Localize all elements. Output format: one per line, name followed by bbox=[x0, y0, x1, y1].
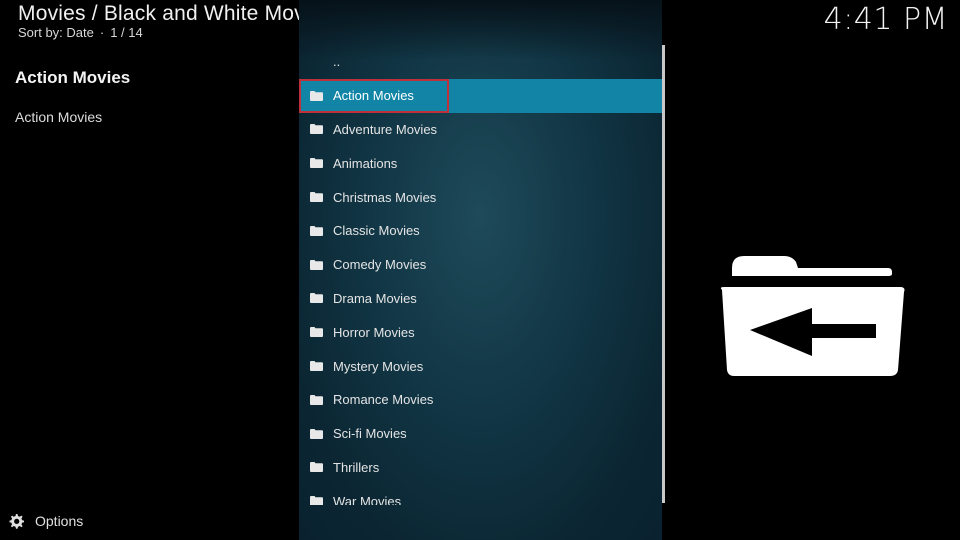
list-item[interactable]: Action Movies bbox=[299, 78, 662, 113]
list-item[interactable]: Romance Movies bbox=[299, 383, 662, 417]
list-item[interactable]: Comedy Movies bbox=[299, 248, 662, 282]
list-item[interactable]: Drama Movies bbox=[299, 282, 662, 316]
list-item-label: Sci-fi Movies bbox=[333, 426, 407, 442]
list-item[interactable]: Horror Movies bbox=[299, 315, 662, 349]
list-item[interactable]: Sci-fi Movies bbox=[299, 417, 662, 451]
list-item-label: Comedy Movies bbox=[333, 257, 427, 273]
list-item[interactable]: Christmas Movies bbox=[299, 180, 662, 214]
list-item-label: Drama Movies bbox=[333, 290, 417, 306]
list-item-label: Horror Movies bbox=[333, 324, 415, 340]
clock: 4:41 PM bbox=[823, 2, 948, 37]
list-item[interactable]: Animations bbox=[299, 146, 662, 180]
page-title: Movies / Black and White Movies bbox=[18, 2, 333, 25]
folder-list: .. Action Movies Adventure Movies Animatio… bbox=[299, 45, 662, 505]
list-item-label: Christmas Movies bbox=[333, 189, 437, 205]
folder-icon bbox=[310, 192, 323, 203]
folder-icon bbox=[310, 462, 323, 473]
scrollbar[interactable] bbox=[662, 45, 665, 503]
folder-back-icon bbox=[718, 254, 906, 383]
list-item-label: War Movies bbox=[333, 493, 402, 505]
info-title: Action Movies bbox=[15, 68, 131, 87]
folder-icon bbox=[310, 90, 323, 101]
list-panel: .. Action Movies Adventure Movies Animatio… bbox=[299, 0, 662, 540]
sort-label[interactable]: Sort by: Date bbox=[18, 25, 94, 40]
info-text: Action Movies bbox=[15, 109, 103, 125]
folder-icon bbox=[310, 394, 323, 405]
sort-info: Sort by: Date · 1 / 14 bbox=[18, 25, 143, 40]
folder-icon bbox=[310, 496, 323, 505]
folder-icon bbox=[310, 293, 323, 304]
list-item-label: Thrillers bbox=[333, 459, 380, 475]
kodi-browser-screen: Movies / Black and White Movies Sort by:… bbox=[0, 0, 960, 540]
list-item[interactable]: Mystery Movies bbox=[299, 349, 662, 383]
options-label: Options bbox=[35, 513, 84, 529]
list-item[interactable]: Thrillers bbox=[299, 451, 662, 485]
list-item[interactable]: War Movies bbox=[299, 484, 662, 505]
folder-icon bbox=[310, 225, 323, 236]
parent-folder-label: .. bbox=[333, 54, 341, 70]
list-item-label: Action Movies bbox=[333, 88, 414, 104]
folder-icon bbox=[310, 428, 323, 439]
list-item-label: Romance Movies bbox=[333, 392, 434, 408]
separator: · bbox=[99, 25, 105, 40]
list-item-label: Classic Movies bbox=[333, 223, 420, 239]
list-item[interactable]: Classic Movies bbox=[299, 214, 662, 248]
list-item-label: Adventure Movies bbox=[333, 121, 438, 137]
list-item[interactable]: Adventure Movies bbox=[299, 113, 662, 147]
folder-icon bbox=[310, 158, 323, 169]
folder-icon bbox=[310, 259, 323, 270]
list-item-label: Mystery Movies bbox=[333, 358, 424, 374]
list-item-label: Animations bbox=[333, 155, 398, 171]
options-button[interactable]: Options bbox=[8, 513, 83, 529]
gear-icon bbox=[9, 514, 24, 529]
parent-folder-item[interactable]: .. bbox=[299, 45, 662, 79]
item-position: 1 / 14 bbox=[110, 25, 143, 40]
folder-icon bbox=[310, 327, 323, 338]
folder-icon bbox=[310, 124, 323, 135]
folder-icon bbox=[310, 361, 323, 372]
